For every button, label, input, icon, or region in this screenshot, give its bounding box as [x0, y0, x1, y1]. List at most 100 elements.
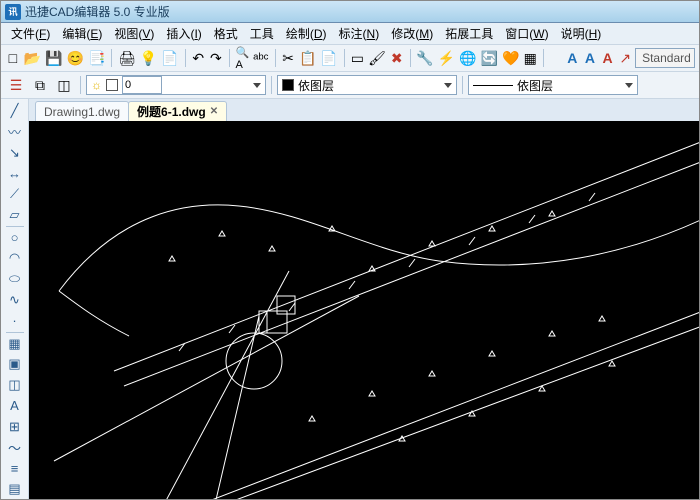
undo-icon[interactable]: ↶ [190, 47, 206, 69]
menu-draw[interactable]: 绘制(D) [280, 23, 333, 44]
ellipse-tool-icon[interactable]: ⬭ [4, 269, 26, 289]
light-icon[interactable]: 💡 [139, 47, 158, 69]
drawing-stage: Drawing1.dwg 例题6-1.dwg ✕ [29, 99, 699, 499]
menu-edit[interactable]: 编辑(E) [56, 23, 108, 44]
paste-icon[interactable]: 📄 [319, 47, 338, 69]
region-tool-icon[interactable]: ▣ [4, 354, 26, 374]
box3d-icon[interactable]: ▦ [522, 47, 538, 69]
layer-manager-icon[interactable]: ☰ [5, 74, 27, 96]
color-label: 依图层 [298, 77, 334, 94]
block-tool-icon[interactable]: ◫ [4, 375, 26, 395]
close-icon[interactable]: ✕ [210, 106, 218, 117]
layer-iso-icon[interactable]: ◫ [53, 74, 75, 96]
layer-props-icon[interactable]: ⧉ [29, 74, 51, 96]
separator [462, 76, 463, 94]
erase-icon[interactable]: ✖ [389, 47, 405, 69]
layer-color-swatch [106, 79, 118, 91]
content-area: ╱ 〰 ↘ ↔ ⟋ ▱ ○ ◠ ⬭ ∿ · ▦ ▣ ◫ A ⊞ 〜 ≡ ▤ Dr… [1, 99, 699, 499]
app-logo: 讯 [5, 4, 21, 20]
separator [6, 332, 24, 333]
rect-tool-icon[interactable]: ▱ [4, 205, 26, 225]
heart-icon[interactable]: 🧡 [501, 47, 520, 69]
abc-icon[interactable]: ᵃᵇᶜ [252, 47, 269, 69]
separator [344, 49, 345, 67]
tab-example61[interactable]: 例题6-1.dwg ✕ [128, 101, 227, 121]
redo-icon[interactable]: ↷ [208, 47, 224, 69]
saveall-icon[interactable]: 😊 [66, 47, 85, 69]
separator [410, 49, 411, 67]
saveas-icon[interactable]: 📑 [87, 47, 106, 69]
copy-icon[interactable]: 📋 [298, 47, 317, 69]
brush-icon[interactable]: 🖌 [367, 47, 387, 69]
color-swatch [282, 79, 294, 91]
bolt-icon[interactable]: ⚡ [437, 47, 456, 69]
menu-annot[interactable]: 标注(N) [333, 23, 386, 44]
text-style-select[interactable]: Standard [635, 48, 695, 68]
layer-select[interactable]: ☼ [86, 75, 266, 95]
table-tool-icon[interactable]: ▤ [4, 479, 26, 499]
pdf-icon[interactable]: 📄 [160, 47, 179, 69]
separator [185, 49, 186, 67]
menu-modify[interactable]: 修改(M) [385, 23, 439, 44]
new-icon[interactable]: □ [5, 47, 21, 69]
tab-label: Drawing1.dwg [44, 105, 120, 119]
print-icon[interactable]: 🖨 [117, 47, 137, 69]
color-select[interactable]: 依图层 [277, 75, 457, 95]
chevron-down-icon [444, 83, 452, 88]
group-tool-icon[interactable]: ⊞ [4, 417, 26, 437]
find-icon[interactable]: 🔍A [234, 47, 250, 69]
separator [229, 49, 230, 67]
polyline-tool-icon[interactable]: 〰 [4, 122, 26, 142]
tab-drawing1[interactable]: Drawing1.dwg [35, 101, 129, 121]
menu-ext[interactable]: 拓展工具 [439, 23, 499, 44]
menu-file[interactable]: 文件(F) [5, 23, 56, 44]
menu-format[interactable]: 格式 [208, 23, 244, 44]
window-title: 迅捷CAD编辑器 5.0 专业版 [25, 3, 170, 20]
draw-toolbar-vertical: ╱ 〰 ↘ ↔ ⟋ ▱ ○ ◠ ⬭ ∿ · ▦ ▣ ◫ A ⊞ 〜 ≡ ▤ [1, 99, 29, 499]
text-a2-icon[interactable]: A [582, 47, 598, 69]
cloud-tool-icon[interactable]: 〜 [4, 437, 26, 457]
select-icon[interactable]: ▭ [350, 47, 366, 69]
circle-tool-icon[interactable]: ○ [4, 228, 26, 248]
menu-help[interactable]: 说明(H) [555, 23, 608, 44]
wrench-icon[interactable]: 🔧 [415, 47, 434, 69]
align-tool-icon[interactable]: ≡ [4, 458, 26, 478]
layer-name-input[interactable] [122, 76, 162, 94]
xline-tool-icon[interactable]: ↔ [4, 164, 26, 184]
separator [6, 226, 24, 227]
ray-tool-icon[interactable]: ↘ [4, 143, 26, 163]
arc2-tool-icon[interactable]: ⟋ [4, 184, 26, 204]
text-a1-icon[interactable]: A [564, 47, 580, 69]
linetype-label: 依图层 [517, 77, 553, 94]
menu-insert[interactable]: 插入(I) [160, 23, 207, 44]
toolbar-standard: □ 📂 💾 😊 📑 🖨 💡 📄 ↶ ↷ 🔍A ᵃᵇᶜ ✂ 📋 📄 ▭ 🖌 ✖ 🔧… [1, 45, 699, 72]
open-icon[interactable]: 📂 [23, 47, 42, 69]
document-tabs: Drawing1.dwg 例题6-1.dwg ✕ [29, 99, 699, 121]
sun-icon: ☼ [91, 78, 102, 92]
save-icon[interactable]: 💾 [44, 47, 63, 69]
line-tool-icon[interactable]: ╱ [4, 101, 26, 121]
cut-icon[interactable]: ✂ [280, 47, 296, 69]
hatch-tool-icon[interactable]: ▦ [4, 334, 26, 354]
menu-tool[interactable]: 工具 [244, 23, 280, 44]
chevron-down-icon [253, 83, 261, 88]
toolbar-layers: ☰ ⧉ ◫ ☼ 依图层 依图层 [1, 72, 699, 99]
text-tool-icon[interactable]: A [4, 396, 26, 416]
point-tool-icon[interactable]: · [4, 311, 26, 331]
separator [275, 49, 276, 67]
linetype-select[interactable]: 依图层 [468, 75, 638, 95]
arrow-upright-icon[interactable]: ↗ [617, 47, 633, 69]
refresh-icon[interactable]: 🔄 [480, 47, 499, 69]
arc-tool-icon[interactable]: ◠ [4, 249, 26, 269]
globe-icon[interactable]: 🌐 [458, 47, 477, 69]
text-a3-icon[interactable]: A [600, 47, 616, 69]
menu-bar: 文件(F) 编辑(E) 视图(V) 插入(I) 格式 工具 绘制(D) 标注(N… [1, 23, 699, 45]
separator [80, 76, 81, 94]
menu-window[interactable]: 窗口(W) [499, 23, 554, 44]
title-bar: 讯 迅捷CAD编辑器 5.0 专业版 [1, 1, 699, 23]
spline-tool-icon[interactable]: ∿ [4, 290, 26, 310]
menu-view[interactable]: 视图(V) [108, 23, 160, 44]
separator [271, 76, 272, 94]
drawing-canvas[interactable] [29, 121, 699, 499]
separator [111, 49, 112, 67]
